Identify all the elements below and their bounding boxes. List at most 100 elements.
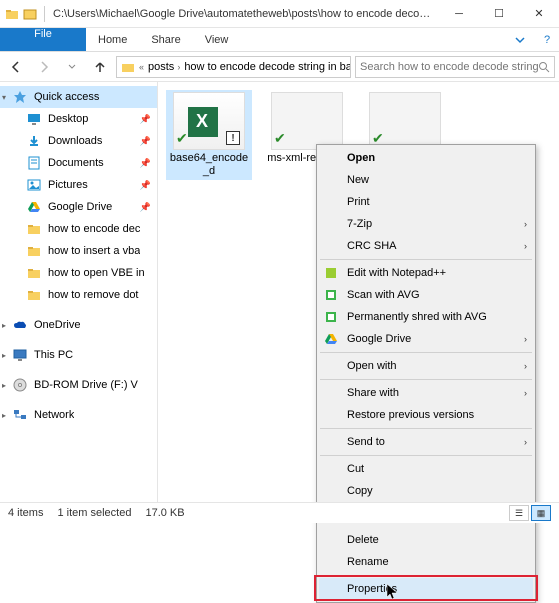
menu-item-label: Print bbox=[347, 196, 370, 208]
pin-icon: 📌 bbox=[140, 136, 151, 147]
breadcrumb[interactable]: « bbox=[139, 62, 144, 72]
sidebar-item-label: how to encode dec bbox=[48, 223, 140, 235]
status-selection: 1 item selected bbox=[57, 507, 131, 519]
menu-item-share-with[interactable]: Share with› bbox=[319, 382, 533, 404]
sidebar-item-desktop[interactable]: Desktop📌 bbox=[0, 108, 157, 130]
documents-icon bbox=[26, 155, 42, 171]
chevron-down-icon[interactable]: ▾ bbox=[2, 93, 6, 102]
sidebar-this-pc[interactable]: ▸This PC bbox=[0, 344, 157, 366]
file-name: base64_encode_d bbox=[168, 152, 250, 178]
tab-share[interactable]: Share bbox=[139, 28, 192, 51]
search-box[interactable] bbox=[355, 56, 555, 78]
maximize-button[interactable]: ☐ bbox=[479, 0, 519, 28]
breadcrumb[interactable]: posts› bbox=[148, 61, 180, 73]
menu-item-edit-with-notepad++[interactable]: Edit with Notepad++ bbox=[319, 262, 533, 284]
chevron-right-icon: › bbox=[524, 334, 527, 344]
quick-launch bbox=[0, 6, 53, 22]
sidebar-item-pictures[interactable]: Pictures 📌 bbox=[0, 174, 157, 196]
sidebar-item-label: how to insert a vba bbox=[48, 245, 140, 257]
menu-item-new[interactable]: New bbox=[319, 169, 533, 191]
menu-item-label: CRC SHA bbox=[347, 240, 397, 252]
synced-icon: ✔ bbox=[176, 130, 188, 147]
avg-icon bbox=[323, 287, 339, 303]
chevron-right-icon: › bbox=[524, 241, 527, 251]
folder-icon bbox=[26, 287, 42, 303]
back-button[interactable] bbox=[4, 55, 28, 79]
menu-item-label: Share with bbox=[347, 387, 399, 399]
sidebar-network[interactable]: ▸Network bbox=[0, 404, 157, 426]
sidebar-item-label: Pictures bbox=[48, 179, 88, 191]
menu-item-properties[interactable]: Properties bbox=[319, 578, 533, 600]
menu-item-open[interactable]: Open bbox=[319, 147, 533, 169]
file-item[interactable]: ! ✔ base64_encode_d bbox=[166, 90, 252, 180]
sidebar-item-how-to-encode-dec[interactable]: how to encode dec bbox=[0, 218, 157, 240]
menu-item-delete[interactable]: Delete bbox=[319, 529, 533, 551]
pin-icon: 📌 bbox=[140, 202, 151, 213]
menu-item-permanently-shred-with-avg[interactable]: Permanently shred with AVG bbox=[319, 306, 533, 328]
sidebar-item-how-to-remove-dot[interactable]: how to remove dot bbox=[0, 284, 157, 306]
explorer-icon bbox=[22, 6, 38, 22]
chevron-right-icon: › bbox=[524, 437, 527, 447]
sidebar-item-how-to-insert-a-vba[interactable]: how to insert a vba bbox=[0, 240, 157, 262]
menu-item-label: Cut bbox=[347, 463, 364, 475]
search-input[interactable] bbox=[360, 61, 538, 73]
monitor-icon bbox=[12, 347, 28, 363]
up-button[interactable] bbox=[88, 55, 112, 79]
search-icon[interactable] bbox=[538, 61, 550, 73]
view-details-button[interactable]: ☰ bbox=[509, 505, 529, 521]
close-button[interactable]: ✕ bbox=[519, 0, 559, 28]
address-bar-row: « posts› how to encode decode string in … bbox=[0, 52, 559, 82]
tab-home[interactable]: Home bbox=[86, 28, 139, 51]
menu-item-7-zip[interactable]: 7-Zip› bbox=[319, 213, 533, 235]
disc-icon bbox=[12, 377, 28, 393]
minimize-button[interactable]: ─ bbox=[439, 0, 479, 28]
tab-view[interactable]: View bbox=[193, 28, 241, 51]
sidebar-item-google-drive[interactable]: Google Drive📌 bbox=[0, 196, 157, 218]
chevron-right-icon: › bbox=[524, 219, 527, 229]
address-box[interactable]: « posts› how to encode decode string in … bbox=[116, 56, 351, 78]
npp-icon bbox=[323, 265, 339, 281]
sidebar-item-documents[interactable]: Documents📌 bbox=[0, 152, 157, 174]
sidebar-bdrom[interactable]: ▸BD-ROM Drive (F:) V bbox=[0, 374, 157, 396]
menu-item-crc-sha[interactable]: CRC SHA › bbox=[319, 235, 533, 257]
breadcrumb[interactable]: how to encode decode string in base... bbox=[184, 61, 351, 73]
navigation-pane: ▾ Quick access Desktop📌Downloads📌Documen… bbox=[0, 82, 158, 502]
forward-button[interactable] bbox=[32, 55, 56, 79]
recent-locations-button[interactable] bbox=[60, 55, 84, 79]
chevron-right-icon[interactable]: ▸ bbox=[2, 381, 6, 390]
menu-item-copy[interactable]: Copy bbox=[319, 480, 533, 502]
star-icon bbox=[12, 89, 28, 105]
chevron-right-icon[interactable]: ▸ bbox=[2, 411, 6, 420]
sidebar-item-label: Documents bbox=[48, 157, 104, 169]
menu-item-label: Open bbox=[347, 152, 375, 164]
gdrive-icon bbox=[323, 331, 339, 347]
menu-item-label: Send to bbox=[347, 436, 385, 448]
help-button[interactable]: ? bbox=[535, 28, 559, 51]
chevron-right-icon[interactable]: ▸ bbox=[2, 321, 6, 330]
menu-item-print[interactable]: Print bbox=[319, 191, 533, 213]
ribbon-tabs: File Home Share View ? bbox=[0, 28, 559, 52]
pin-icon: 📌 bbox=[140, 180, 151, 191]
menu-item-google-drive[interactable]: Google Drive› bbox=[319, 328, 533, 350]
main-area: ▾ Quick access Desktop📌Downloads📌Documen… bbox=[0, 82, 559, 502]
menu-item-scan-with-avg[interactable]: Scan with AVG bbox=[319, 284, 533, 306]
menu-item-open-with[interactable]: Open with› bbox=[319, 355, 533, 377]
menu-item-restore-previous-versions[interactable]: Restore previous versions bbox=[319, 404, 533, 426]
view-large-icons-button[interactable]: ▦ bbox=[531, 505, 551, 521]
menu-item-cut[interactable]: Cut bbox=[319, 458, 533, 480]
ribbon-expand-button[interactable] bbox=[505, 28, 535, 51]
sidebar-quick-access[interactable]: ▾ Quick access bbox=[0, 86, 157, 108]
warning-icon: ! bbox=[226, 131, 240, 145]
menu-item-rename[interactable]: Rename bbox=[319, 551, 533, 573]
sidebar-item-downloads[interactable]: Downloads📌 bbox=[0, 130, 157, 152]
sidebar-item-how-to-open-vbe-in[interactable]: how to open VBE in bbox=[0, 262, 157, 284]
chevron-right-icon[interactable]: ▸ bbox=[2, 351, 6, 360]
menu-item-send-to[interactable]: Send to › bbox=[319, 431, 533, 453]
file-list[interactable]: !✔base64_encode_d✔ms-xml-referenc✔vba-ba… bbox=[158, 82, 559, 502]
status-size: 17.0 KB bbox=[145, 507, 184, 519]
menu-item-label: Rename bbox=[347, 556, 389, 568]
tab-file[interactable]: File bbox=[0, 28, 86, 51]
folder-icon bbox=[26, 221, 42, 237]
folder-icon bbox=[26, 265, 42, 281]
sidebar-onedrive[interactable]: ▸OneDrive bbox=[0, 314, 157, 336]
